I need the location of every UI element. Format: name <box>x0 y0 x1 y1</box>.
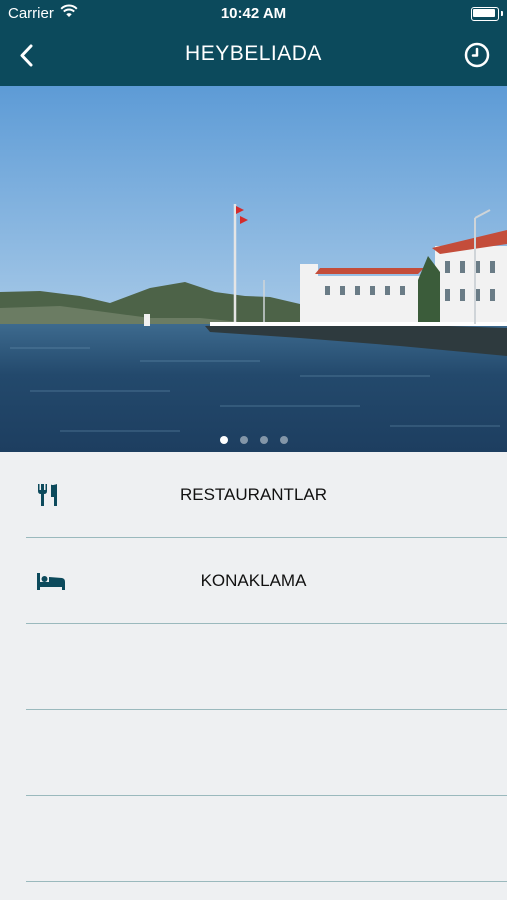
list-item-label: RESTAURANTLAR <box>179 485 328 504</box>
photo-carousel[interactable] <box>0 86 507 452</box>
page-title: HEYBELIADA <box>185 42 322 65</box>
carousel-page-indicator[interactable] <box>0 436 507 444</box>
clock-icon <box>464 42 490 68</box>
list-item <box>0 796 507 882</box>
page-dot-4[interactable] <box>279 436 288 444</box>
list-item-restaurants[interactable]: RESTAURANTLAR <box>0 452 507 538</box>
page-dot-1[interactable] <box>219 436 228 444</box>
list-item-label: KONAKLAMA <box>200 571 307 590</box>
list-item <box>0 624 507 710</box>
page-dot-3[interactable] <box>259 436 268 444</box>
list-item <box>0 710 507 796</box>
island-harbor-photo <box>0 86 507 452</box>
battery-icon <box>471 7 503 21</box>
page-dot-2[interactable] <box>239 436 248 444</box>
status-time: 10:42 AM <box>220 5 287 22</box>
list-item-accommodation[interactable]: KONAKLAMA <box>0 538 507 624</box>
status-bar: Carrier 10:42 AM <box>0 0 507 28</box>
divider <box>26 881 507 882</box>
navigation-header: Carrier 10:42 AM HEYBELIADA <box>0 0 507 86</box>
history-button[interactable] <box>464 42 490 68</box>
